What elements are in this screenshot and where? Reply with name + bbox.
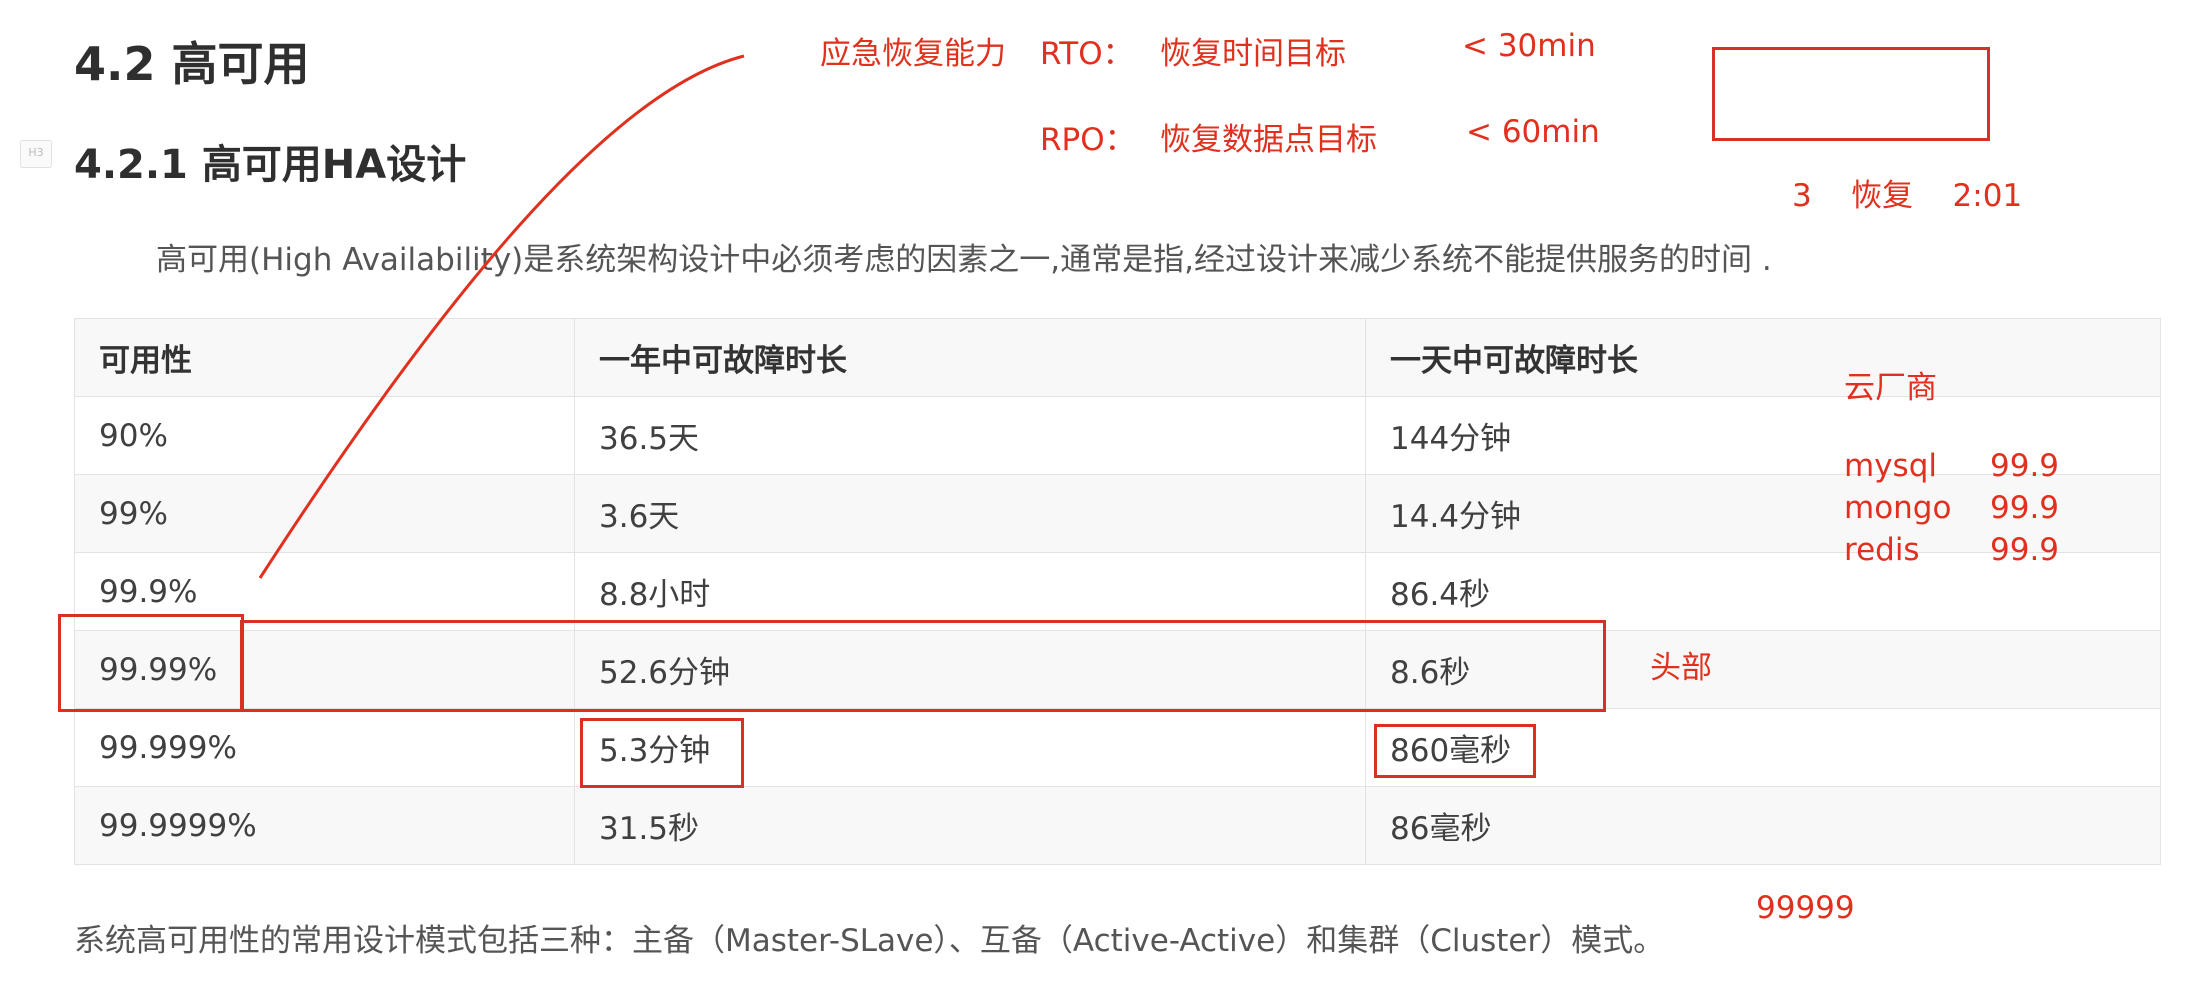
recovery-time-annotation: 3 恢复 2:01 <box>1792 178 2023 214</box>
daily-downtime-cell: 86毫秒 <box>1365 786 2161 865</box>
rto-label-annotation: RTO： <box>1040 36 1134 72</box>
yearly-downtime-cell: 36.5天 <box>574 396 1366 475</box>
yearly-downtime-cell: 3.6天 <box>574 474 1366 553</box>
service-sla-annotation: 99.9 <box>1990 490 2060 526</box>
head-tier-annotation: 头部 <box>1650 650 1712 686</box>
service-name-annotation: mysql <box>1844 448 1937 484</box>
rpo-value-annotation: < 60min <box>1466 114 1600 150</box>
nines-annotation: 99999 <box>1756 890 1855 926</box>
rpo-label-annotation: RPO： <box>1040 122 1136 158</box>
service-sla-annotation: 99.9 <box>1990 532 2060 568</box>
design-patterns-paragraph: 系统高可用性的常用设计模式包括三种：主备（Master-SLave）、互备（Ac… <box>74 923 1665 959</box>
rto-value-annotation: < 30min <box>1462 28 1596 64</box>
cloud-vendor-annotation: 云厂商 <box>1844 370 1937 406</box>
table-header-cell: 一年中可故障时长 <box>574 318 1366 397</box>
availability-cell: 99.9999% <box>74 786 575 865</box>
section-heading: 4.2 高可用 <box>74 37 310 91</box>
intro-paragraph: 高可用(High Availability)是系统架构设计中必须考虑的因素之一,… <box>156 242 1772 278</box>
empty-annotation-box <box>1712 47 1990 141</box>
service-sla-annotation: 99.9 <box>1990 448 2060 484</box>
subsection-heading: 4.2.1 高可用HA设计 <box>74 142 467 188</box>
availability-cell: 99% <box>74 474 575 553</box>
availability-cell: 99.999% <box>74 708 575 787</box>
emergency-recovery-annotation: 应急恢复能力 <box>820 36 1006 72</box>
service-name-annotation: mongo <box>1844 490 1952 526</box>
table-header-cell: 可用性 <box>74 318 575 397</box>
h3-anchor-icon[interactable]: H3 <box>20 140 52 168</box>
table-header-cell: 一天中可故障时长 <box>1365 318 2161 397</box>
yearly-downtime-cell: 31.5秒 <box>574 786 1366 865</box>
highlight-box-availability <box>58 614 244 712</box>
table-row: 99.999% 5.3分钟 860毫秒 <box>74 708 2161 787</box>
yearly-downtime-cell: 8.8小时 <box>574 552 1366 631</box>
rto-description-annotation: 恢复时间目标 <box>1160 36 1346 72</box>
highlight-box-row <box>240 620 1606 712</box>
highlight-box-daily <box>1374 724 1536 778</box>
highlight-box-yearly <box>580 718 744 788</box>
availability-cell: 90% <box>74 396 575 475</box>
rpo-description-annotation: 恢复数据点目标 <box>1160 122 1377 158</box>
table-row: 99.9999% 31.5秒 86毫秒 <box>74 786 2161 865</box>
service-name-annotation: redis <box>1844 532 1920 568</box>
